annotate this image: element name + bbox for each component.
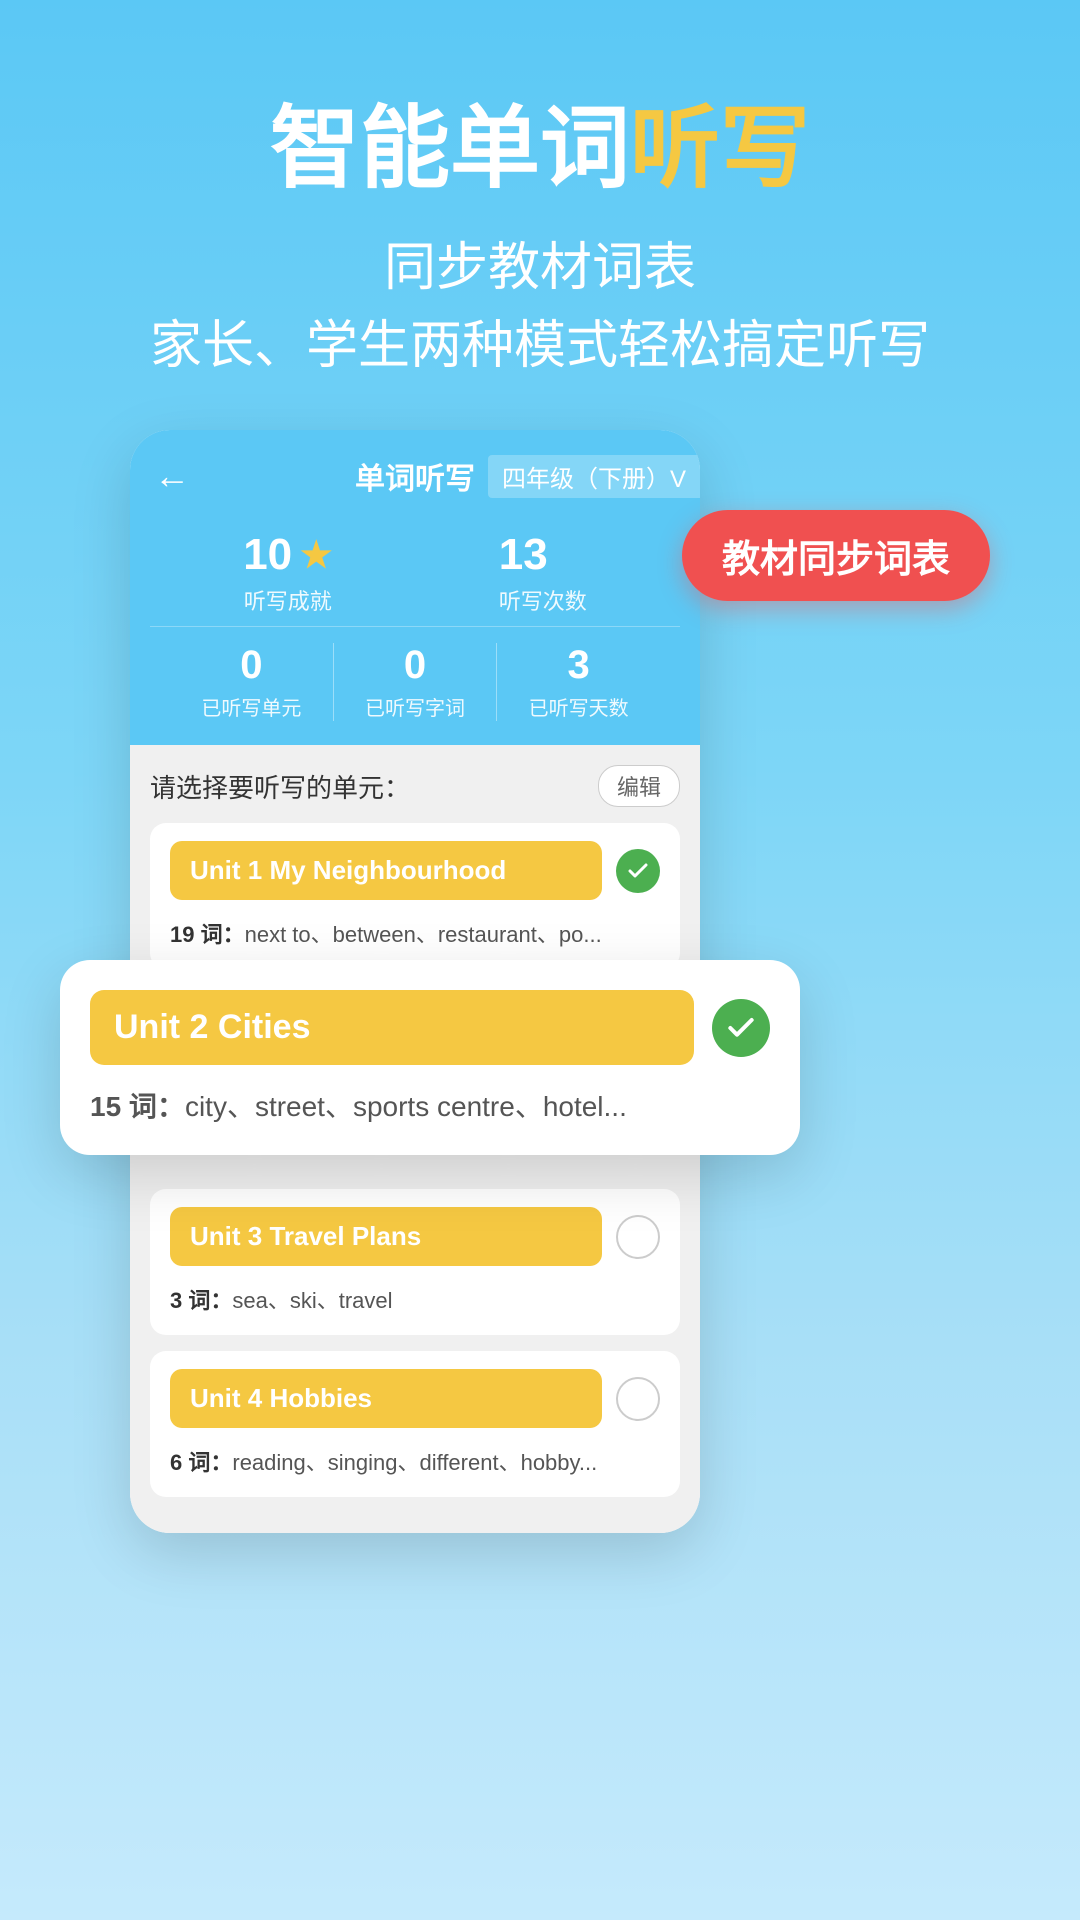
- score-stat: 10 ★ 听写成就: [243, 530, 332, 616]
- unit4-word-count: 6 词：: [170, 1450, 232, 1475]
- floating-unit2-title-box: Unit 2 Cities: [90, 990, 694, 1065]
- days-stat: 3 已听写天数: [497, 643, 660, 721]
- unit3-title: Unit 3 Travel Plans: [190, 1221, 421, 1251]
- units-stat: 0 已听写单元: [170, 643, 334, 721]
- unit4-words-preview: reading、singing、different、hobby...: [232, 1450, 597, 1475]
- header-area: 智能单词 听写 同步教材词表 家长、学生两种模式轻松搞定听写: [0, 0, 1080, 445]
- select-prompt: 请选择要听写的单元：: [150, 768, 410, 805]
- unit4-title-box: Unit 4 Hobbies: [170, 1369, 602, 1428]
- unit-item-3[interactable]: Unit 3 Travel Plans 3 词：sea、ski、travel: [150, 1189, 680, 1335]
- unit3-word-count: 3 词：: [170, 1288, 232, 1313]
- unit1-title-box: Unit 1 My Neighbourhood: [170, 841, 602, 900]
- count-value: 13: [499, 530, 587, 580]
- unit4-title: Unit 4 Hobbies: [190, 1383, 372, 1413]
- words-value: 0: [334, 643, 497, 688]
- grade-selector[interactable]: 四年级（下册）V: [488, 455, 700, 498]
- score-value: 10 ★: [243, 530, 332, 580]
- unit1-words-preview: next to、between、restaurant、po...: [245, 922, 602, 947]
- unit3-words-preview: sea、ski、travel: [232, 1288, 392, 1313]
- days-value: 3: [497, 643, 660, 688]
- badge: 教材同步词表: [682, 510, 990, 601]
- floating-unit2-check: [712, 999, 770, 1057]
- score-label: 听写成就: [243, 584, 332, 616]
- unit3-words: 3 词：sea、ski、travel: [150, 1284, 680, 1335]
- floating-card-unit2[interactable]: Unit 2 Cities 15 词：city、street、sports ce…: [60, 960, 800, 1155]
- floating-unit2-words: 15 词：city、street、sports centre、hotel...: [90, 1085, 770, 1125]
- back-button[interactable]: ←: [154, 455, 190, 497]
- star-icon: ★: [300, 534, 332, 576]
- units-value: 0: [170, 643, 333, 688]
- unit3-title-box: Unit 3 Travel Plans: [170, 1207, 602, 1266]
- select-row: 请选择要听写的单元： 编辑: [150, 765, 680, 807]
- subtitle-line1: 同步教材词表: [0, 229, 1080, 307]
- title-part1: 智能单词: [270, 100, 630, 199]
- unit-item-1[interactable]: Unit 1 My Neighbourhood 19 词：next to、bet…: [150, 823, 680, 969]
- days-label: 已听写天数: [497, 692, 660, 721]
- header-subtitle: 同步教材词表 家长、学生两种模式轻松搞定听写: [0, 229, 1080, 385]
- unit1-check: [616, 849, 660, 893]
- edit-button[interactable]: 编辑: [598, 765, 680, 807]
- unit1-word-count: 19 词：: [170, 922, 245, 947]
- header-title: 智能单词 听写: [0, 100, 1080, 199]
- unit3-header-row: Unit 3 Travel Plans: [150, 1189, 680, 1284]
- app-nav: ← 单词听写 四年级（下册）V: [130, 430, 700, 510]
- floating-unit2-word-count: 15 词：: [90, 1091, 185, 1122]
- units-label: 已听写单元: [170, 692, 333, 721]
- app-nav-title: 单词听写: [355, 454, 475, 498]
- unit3-circle: [616, 1215, 660, 1259]
- words-stat: 0 已听写字词: [334, 643, 498, 721]
- floating-unit2-title: Unit 2 Cities: [114, 1008, 310, 1046]
- count-stat: 13 听写次数: [499, 530, 587, 616]
- count-label: 听写次数: [499, 584, 587, 616]
- words-label: 已听写字词: [334, 692, 497, 721]
- app-stats-row2: 0 已听写单元 0 已听写字词 3 已听写天数: [150, 626, 680, 745]
- floating-unit2-words-preview: city、street、sports centre、hotel...: [185, 1091, 627, 1122]
- subtitle-line2: 家长、学生两种模式轻松搞定听写: [0, 307, 1080, 385]
- badge-text: 教材同步词表: [722, 539, 950, 581]
- unit4-circle: [616, 1377, 660, 1421]
- unit1-header-row: Unit 1 My Neighbourhood: [150, 823, 680, 918]
- unit-item-4[interactable]: Unit 4 Hobbies 6 词：reading、singing、diffe…: [150, 1351, 680, 1497]
- unit4-words: 6 词：reading、singing、different、hobby...: [150, 1446, 680, 1497]
- floating-unit2-row: Unit 2 Cities: [90, 990, 770, 1065]
- title-part2: 听写: [630, 100, 810, 199]
- app-stats-row: 10 ★ 听写成就 13 听写次数: [130, 510, 700, 626]
- unit1-title: Unit 1 My Neighbourhood: [190, 855, 506, 885]
- unit4-header-row: Unit 4 Hobbies: [150, 1351, 680, 1446]
- app-blue-header: ← 单词听写 四年级（下册）V 10 ★ 听写成就 13 听写次数 0: [130, 430, 700, 745]
